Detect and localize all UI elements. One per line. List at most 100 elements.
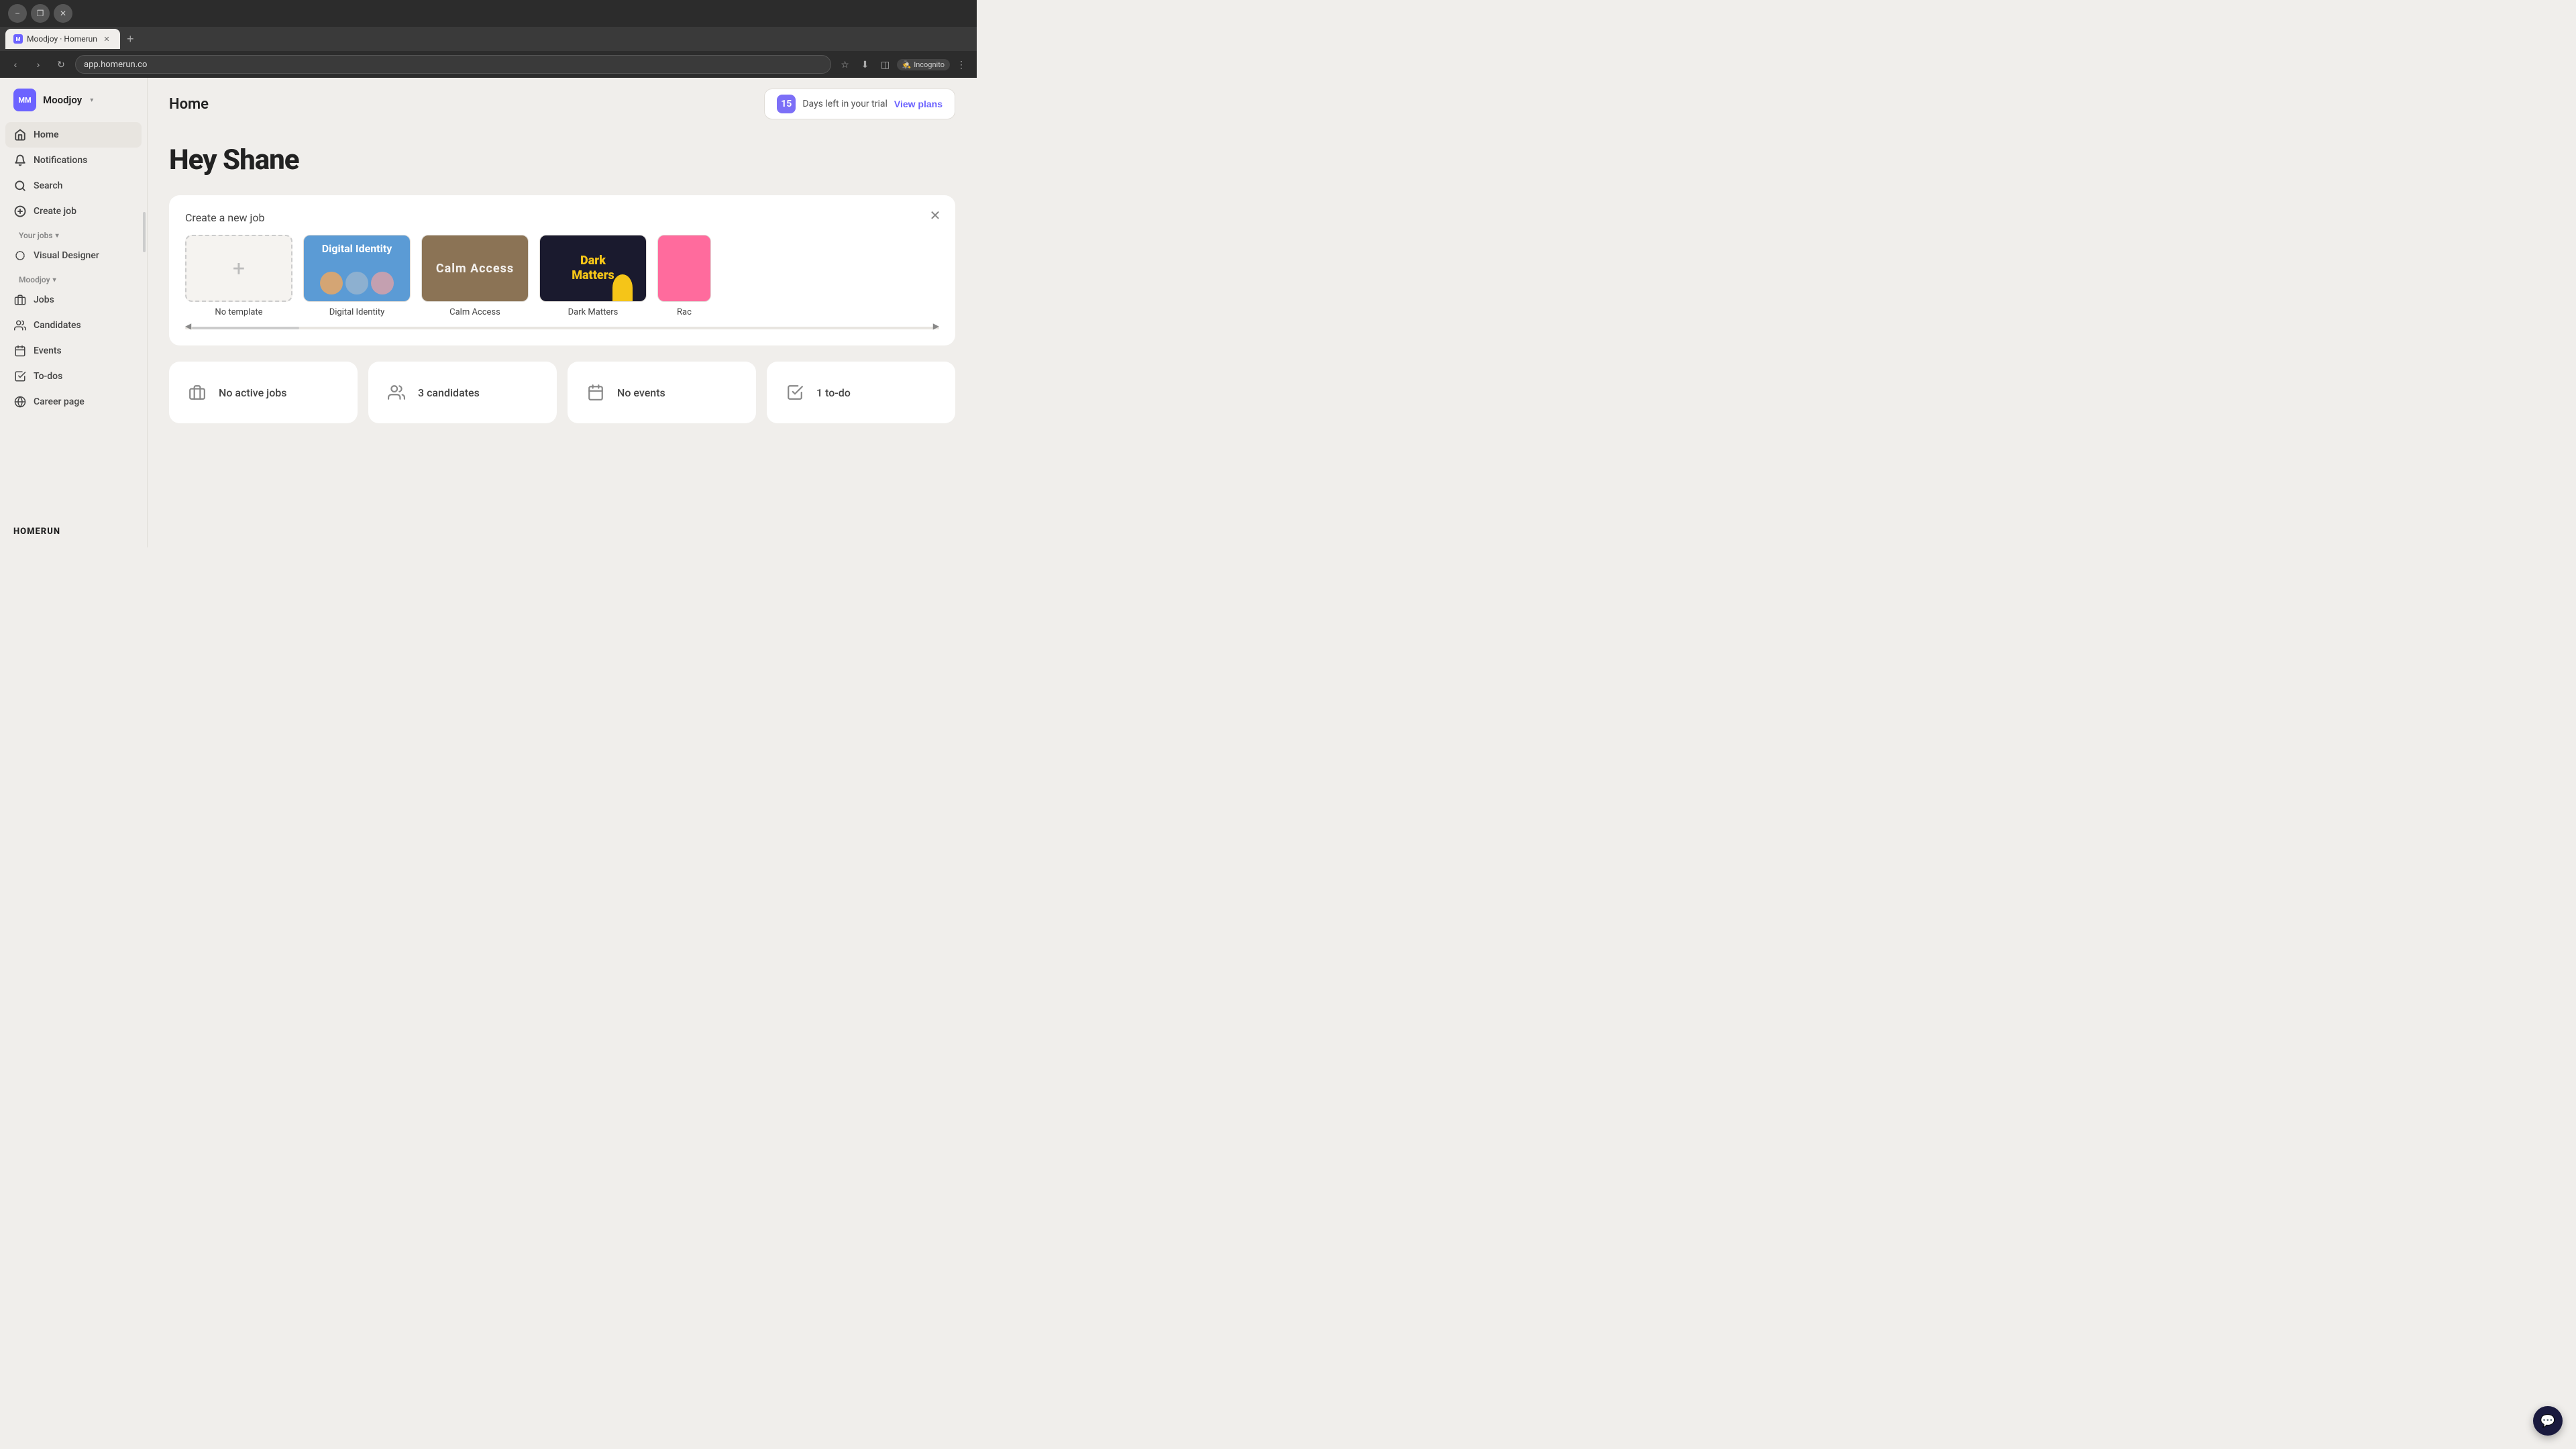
- chat-bubble[interactable]: 💬: [2533, 1406, 2563, 1436]
- sidebar-item-jobs-label: Jobs: [34, 294, 54, 305]
- stat-card-candidates[interactable]: 3 candidates: [368, 362, 557, 423]
- tmpl-di-photos: [311, 272, 403, 294]
- tmpl-dm-text: DarkMatters: [572, 254, 614, 282]
- create-job-card: Create a new job ✕ + No template Digital…: [169, 195, 955, 345]
- template-label-dark-matters: Dark Matters: [568, 307, 619, 317]
- org-header[interactable]: MM Moodjoy ▾: [0, 78, 147, 122]
- trial-badge: 15 Days left in your trial View plans: [764, 89, 955, 119]
- new-tab-btn[interactable]: +: [123, 32, 138, 46]
- top-bar: Home 15 Days left in your trial View pla…: [148, 78, 977, 130]
- moodjoy-section: Moodjoy ▾: [5, 268, 142, 287]
- stat-todos-label: 1 to-do: [816, 386, 851, 399]
- active-tab[interactable]: M Moodjoy · Homerun ✕: [5, 29, 120, 49]
- sidebar-item-visual-designer-label: Visual Designer: [34, 250, 99, 261]
- sidebar-item-candidates[interactable]: Candidates: [5, 313, 142, 338]
- sidebar-nav: Home Notifications Searc: [0, 122, 147, 516]
- template-thumb-dark-matters: DarkMatters: [539, 235, 647, 302]
- checkbox-icon: [13, 370, 27, 383]
- template-label-digital-identity: Digital Identity: [329, 307, 385, 317]
- incognito-icon: 🕵: [902, 60, 912, 69]
- window-close-btn[interactable]: ✕: [54, 4, 72, 23]
- visual-designer-icon: [13, 249, 27, 262]
- homerun-logo: HOMERUN: [0, 516, 147, 547]
- view-plans-button[interactable]: View plans: [894, 99, 943, 109]
- your-jobs-chevron-icon: ▾: [56, 232, 59, 239]
- people-icon: [13, 319, 27, 332]
- avatar: MM: [13, 89, 36, 111]
- tab-favicon: M: [13, 34, 23, 44]
- menu-btn[interactable]: ⋮: [953, 56, 970, 73]
- tab-bar: M Moodjoy · Homerun ✕ +: [0, 27, 977, 51]
- chevron-down-icon: ▾: [90, 97, 93, 104]
- template-item-digital-identity[interactable]: Digital Identity Digital Identity: [303, 235, 411, 317]
- sidebar-item-todos[interactable]: To-dos: [5, 364, 142, 389]
- stat-card-events[interactable]: No events: [568, 362, 756, 423]
- org-name: Moodjoy: [43, 94, 82, 106]
- briefcase-icon: [13, 293, 27, 307]
- sidebar-item-search-label: Search: [34, 180, 62, 191]
- trial-days-number: 15: [777, 95, 796, 113]
- forward-btn[interactable]: ›: [30, 56, 47, 73]
- moodjoy-section-label: Moodjoy: [19, 275, 50, 284]
- tmpl-photo-2: [345, 272, 368, 294]
- window-controls[interactable]: − ❐ ✕: [8, 4, 72, 23]
- tab-close-btn[interactable]: ✕: [101, 34, 112, 44]
- stat-events-label: No events: [617, 386, 665, 399]
- template-label-calm-access: Calm Access: [449, 307, 500, 317]
- bookmark-btn[interactable]: ☆: [837, 56, 854, 73]
- refresh-btn[interactable]: ↻: [52, 56, 70, 73]
- sidebar-item-todos-label: To-dos: [34, 371, 62, 382]
- templates-scrollbar[interactable]: [185, 327, 939, 329]
- sidebar-item-visual-designer[interactable]: Visual Designer: [5, 243, 142, 268]
- sidebar-item-candidates-label: Candidates: [34, 320, 81, 331]
- window-maximize-btn[interactable]: ❐: [31, 4, 50, 23]
- incognito-badge: 🕵 Incognito: [897, 59, 951, 70]
- sidebar: MM Moodjoy ▾ Home: [0, 78, 148, 547]
- templates-scrollbar-thumb: [192, 327, 299, 329]
- sidebar-item-notifications[interactable]: Notifications: [5, 148, 142, 173]
- sidebar-item-career-page[interactable]: Career page: [5, 389, 142, 415]
- sidebar-item-search[interactable]: Search: [5, 173, 142, 199]
- back-btn[interactable]: ‹: [7, 56, 24, 73]
- sidebar-scrollbar[interactable]: [143, 212, 146, 252]
- trial-text: Days left in your trial: [802, 99, 888, 109]
- templates-scrollbar-container: ◀ ▶: [185, 327, 939, 329]
- stat-people-icon: [384, 380, 409, 405]
- tmpl-dm-figure: [612, 274, 633, 301]
- incognito-label: Incognito: [914, 60, 945, 69]
- download-btn[interactable]: ⬇: [857, 56, 874, 73]
- template-thumb-calm-access: Calm Access: [421, 235, 529, 302]
- template-item-no-template[interactable]: + No template: [185, 235, 292, 317]
- stat-jobs-label: No active jobs: [219, 386, 287, 399]
- main-content: Home 15 Days left in your trial View pla…: [148, 78, 977, 547]
- sidebar-item-jobs[interactable]: Jobs: [5, 287, 142, 313]
- sidebar-item-create-job-label: Create job: [34, 206, 76, 217]
- template-item-calm-access[interactable]: Calm Access Calm Access: [421, 235, 529, 317]
- home-icon: [13, 128, 27, 142]
- search-icon: [13, 179, 27, 193]
- page-title: Home: [169, 96, 209, 113]
- create-job-close-btn[interactable]: ✕: [926, 206, 945, 225]
- extension-btn[interactable]: ◫: [877, 56, 894, 73]
- window-minimize-btn[interactable]: −: [8, 4, 27, 23]
- sidebar-item-home[interactable]: Home: [5, 122, 142, 148]
- url-bar[interactable]: app.homerun.co: [75, 55, 831, 74]
- template-item-dark-matters[interactable]: DarkMatters Dark Matters: [539, 235, 647, 317]
- sidebar-item-events[interactable]: Events: [5, 338, 142, 364]
- template-thumb-partial: [657, 235, 711, 302]
- stat-card-jobs[interactable]: No active jobs: [169, 362, 358, 423]
- tmpl-di-title: Digital Identity: [311, 242, 403, 255]
- calendar-icon: [13, 344, 27, 358]
- sidebar-item-events-label: Events: [34, 345, 62, 356]
- browser-actions: ☆ ⬇ ◫ 🕵 Incognito ⋮: [837, 56, 971, 73]
- moodjoy-chevron-icon: ▾: [53, 276, 56, 284]
- address-bar-row: ‹ › ↻ app.homerun.co ☆ ⬇ ◫ 🕵 Incognito ⋮: [0, 51, 977, 78]
- plus-circle-icon: [13, 205, 27, 218]
- stat-card-todos[interactable]: 1 to-do: [767, 362, 955, 423]
- your-jobs-label: Your jobs: [19, 231, 53, 240]
- app-container: MM Moodjoy ▾ Home: [0, 78, 977, 547]
- scroll-right-btn[interactable]: ▶: [933, 321, 939, 331]
- scroll-left-btn[interactable]: ◀: [185, 321, 191, 331]
- sidebar-item-create-job[interactable]: Create job: [5, 199, 142, 224]
- template-item-partial[interactable]: Rac: [657, 235, 711, 317]
